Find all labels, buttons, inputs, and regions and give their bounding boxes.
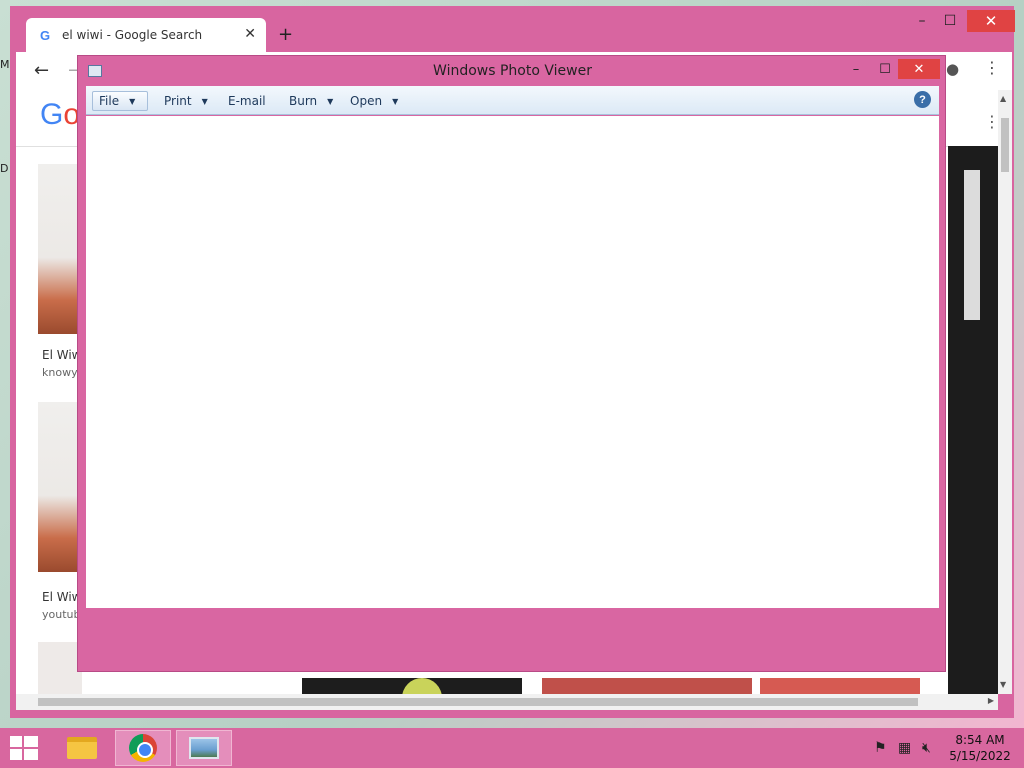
photo-viewer-icon xyxy=(189,737,219,759)
network-icon[interactable]: ▦ xyxy=(898,740,911,756)
scroll-thumb[interactable] xyxy=(1001,118,1009,172)
desktop: M D – ☐ ✕ G el wiwi - Google Search ✕ + … xyxy=(0,0,1024,728)
clock-time: 8:54 AM xyxy=(955,733,1005,747)
photo-viewer-title: Windows Photo Viewer xyxy=(433,63,592,79)
result-title[interactable]: El Wiw xyxy=(42,590,81,604)
chrome-taskbar-button[interactable] xyxy=(115,730,171,766)
file-explorer-button[interactable] xyxy=(54,730,110,766)
folder-icon xyxy=(67,737,97,759)
photo-viewer-close-button[interactable]: ✕ xyxy=(898,59,940,79)
result-title[interactable]: El Wiw xyxy=(42,348,81,362)
photo-viewer-window: Windows Photo Viewer – ☐ ✕ File ▼ Print … xyxy=(77,55,946,672)
scroll-up-icon[interactable]: ▲ xyxy=(1000,94,1006,103)
tab-title: el wiwi - Google Search xyxy=(62,28,203,42)
open-menu[interactable]: Open ▼ xyxy=(344,91,404,111)
google-logo[interactable]: Go xyxy=(40,98,80,132)
result-source: youtub xyxy=(42,608,81,621)
chrome-minimize-button[interactable]: – xyxy=(907,10,937,32)
scroll-right-icon[interactable]: ▶ xyxy=(988,696,994,705)
clock-date: 5/15/2022 xyxy=(949,749,1011,763)
result-thumbnail[interactable] xyxy=(38,642,82,694)
browser-tab[interactable]: G el wiwi - Google Search ✕ xyxy=(26,18,266,52)
photo-viewer-maximize-button[interactable]: ☐ xyxy=(874,59,896,79)
vertical-scrollbar[interactable]: ▲ ▼ xyxy=(998,90,1012,694)
new-tab-button[interactable]: + xyxy=(278,24,293,45)
chrome-maximize-button[interactable]: ☐ xyxy=(935,10,965,32)
horizontal-scroll-thumb[interactable] xyxy=(38,698,918,706)
flag-icon[interactable]: ⚑ xyxy=(874,740,887,756)
file-menu[interactable]: File ▼ xyxy=(92,91,148,111)
chevron-down-icon: ▼ xyxy=(392,96,399,106)
image-strip-highlight xyxy=(964,170,980,320)
windows-start-icon[interactable] xyxy=(10,736,38,760)
photo-viewer-taskbar-button[interactable] xyxy=(176,730,232,766)
print-menu[interactable]: Print ▼ xyxy=(158,91,214,111)
help-icon[interactable]: ? xyxy=(914,91,931,108)
volume-muted-icon[interactable]: 🔇︎ xyxy=(922,740,931,756)
image-tile[interactable] xyxy=(760,678,920,694)
tab-close-icon[interactable]: ✕ xyxy=(244,26,256,42)
profile-icon[interactable]: ● xyxy=(946,60,959,78)
chrome-icon xyxy=(129,734,157,762)
more-menu-icon[interactable]: ⋮ xyxy=(984,58,1000,77)
chrome-close-button[interactable]: ✕ xyxy=(967,10,1015,32)
back-button[interactable]: ← xyxy=(34,60,49,81)
desktop-edge-text: D xyxy=(0,162,9,175)
email-button[interactable]: E-mail xyxy=(222,91,272,111)
result-thumbnail[interactable] xyxy=(38,402,82,572)
photo-viewer-toolbar: File ▼ Print ▼ E-mail Burn ▼ Open ▼ ? xyxy=(86,86,939,115)
taskbar: ⚑ ▦ 🔇︎ 8:54 AM 5/15/2022 xyxy=(0,728,1024,768)
burn-menu[interactable]: Burn ▼ xyxy=(283,91,339,111)
chevron-down-icon: ▼ xyxy=(129,96,136,106)
scroll-down-icon[interactable]: ▼ xyxy=(1000,680,1006,689)
result-thumbnail[interactable] xyxy=(38,164,82,334)
horizontal-scrollbar[interactable]: ▶ xyxy=(16,694,998,710)
photo-canvas xyxy=(86,116,939,608)
google-favicon-icon: G xyxy=(40,28,51,43)
desktop-edge-text: M xyxy=(0,58,10,71)
image-tile[interactable] xyxy=(542,678,752,694)
apps-grid-icon[interactable]: ⋮⋮ xyxy=(984,112,998,131)
chevron-down-icon: ▼ xyxy=(327,96,334,106)
photo-viewer-minimize-button[interactable]: – xyxy=(846,59,866,79)
chevron-down-icon: ▼ xyxy=(201,96,208,106)
system-clock[interactable]: 8:54 AM 5/15/2022 xyxy=(946,732,1014,764)
